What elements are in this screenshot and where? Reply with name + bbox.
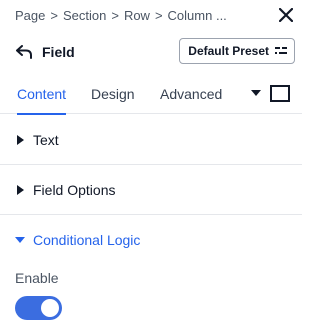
caret-down-icon <box>15 235 25 245</box>
tab-content[interactable]: Content <box>17 74 67 115</box>
preset-label: Default Preset <box>188 44 269 58</box>
caret-down-icon <box>251 89 261 96</box>
breadcrumb-separator: > <box>111 7 119 23</box>
toggle-knob <box>41 299 59 317</box>
tab-design[interactable]: Design <box>91 74 135 114</box>
page-title: Field <box>42 44 75 60</box>
breadcrumb-separator: > <box>50 7 58 23</box>
enable-toggle[interactable] <box>15 296 62 320</box>
enable-label: Enable <box>15 270 59 286</box>
breadcrumb: Page > Section > Row > Column ... <box>0 0 302 30</box>
back-arrow-icon <box>16 45 32 59</box>
settings-panel: Page > Section > Row > Column ... Field … <box>0 0 302 331</box>
breadcrumb-row[interactable]: Row <box>124 8 150 23</box>
breadcrumb-section[interactable]: Section <box>63 8 106 23</box>
square-icon[interactable] <box>270 85 290 102</box>
tab-dropdown-button[interactable] <box>250 87 262 99</box>
caret-right-icon <box>15 184 25 195</box>
section-field-options[interactable]: Field Options <box>0 165 302 215</box>
back-button[interactable] <box>14 42 34 62</box>
breadcrumb-page[interactable]: Page <box>15 8 45 23</box>
caret-right-icon <box>15 134 25 145</box>
tab-bar: Content Design Advanced <box>0 74 302 115</box>
section-text-label: Text <box>33 131 59 148</box>
close-icon <box>279 8 293 22</box>
breadcrumb-separator: > <box>154 7 163 23</box>
preset-options-icon <box>275 46 287 56</box>
tab-advanced[interactable]: Advanced <box>160 74 222 114</box>
section-field-options-label: Field Options <box>33 181 116 198</box>
section-conditional-logic-label: Conditional Logic <box>33 232 141 248</box>
panel-header: Field Default Preset <box>0 36 302 68</box>
section-text[interactable]: Text <box>0 115 302 165</box>
close-button[interactable] <box>276 5 296 25</box>
section-conditional-logic[interactable]: Conditional Logic <box>0 215 302 265</box>
default-preset-button[interactable]: Default Preset <box>179 38 295 64</box>
breadcrumb-column[interactable]: Column ... <box>168 8 227 23</box>
